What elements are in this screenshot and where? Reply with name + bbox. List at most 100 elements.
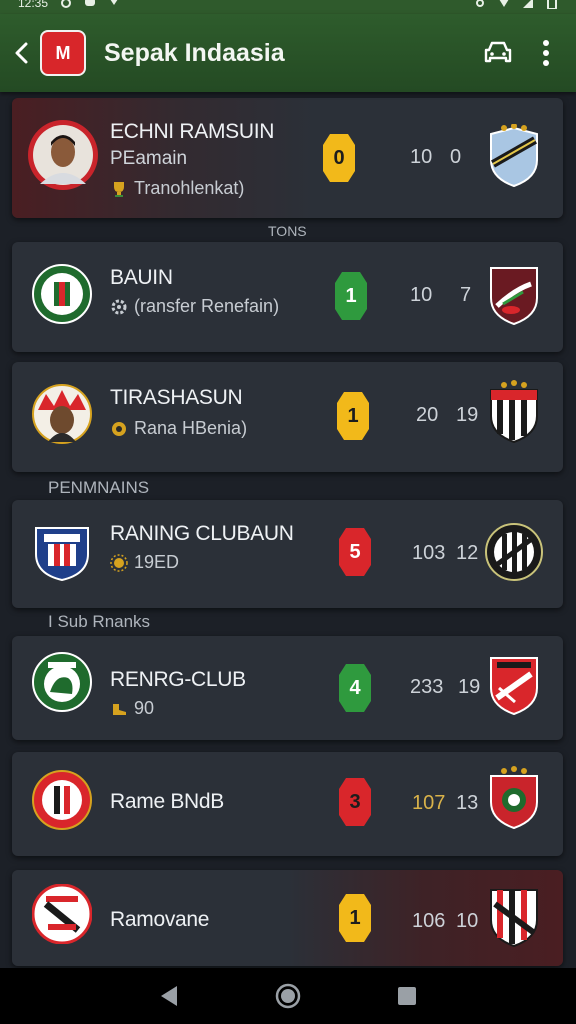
shield-icon (490, 657, 538, 716)
more-vert-icon (543, 40, 549, 66)
match-card[interactable]: Rame BNdB 3 107 13 (12, 752, 563, 856)
opponent-crest (484, 652, 544, 716)
shield-icon (490, 766, 538, 830)
shield-icon (490, 267, 538, 326)
rank-badge: 1 (334, 270, 368, 322)
nav-back-button[interactable] (149, 976, 189, 1016)
match-detail-text: Rana HBenia) (134, 418, 248, 438)
rank-badge: 1 (338, 892, 372, 944)
ball-icon (112, 421, 126, 436)
match-detail-text: (ransfer Renefain) (134, 296, 280, 316)
opponent-crest (484, 520, 544, 584)
stat-a: 10 (410, 146, 433, 168)
section-header: PENMNAINS (48, 478, 150, 497)
rank-value: 1 (347, 404, 359, 427)
club-crest-icon (32, 770, 92, 830)
match-title: Rame BNdB (110, 790, 225, 813)
rank-badge: 4 (338, 662, 372, 714)
club-crest-icon (32, 384, 92, 444)
match-card[interactable]: RANING CLUBAUN 19ED 5 103 12 (12, 500, 563, 608)
opponent-crest (484, 262, 544, 326)
club-crest (32, 652, 92, 712)
sun-icon (110, 553, 128, 572)
club-crest (32, 264, 92, 324)
stat-b: 13 (456, 792, 479, 814)
opponent-crest (484, 124, 544, 188)
wifi-icon (499, 0, 509, 7)
car-icon (484, 41, 512, 63)
stat-b: 19 (458, 676, 481, 698)
rank-badge: 1 (336, 390, 370, 442)
shield-icon (490, 124, 538, 188)
stat-a: 107 (412, 792, 446, 814)
stat-b: 12 (456, 542, 479, 564)
rank-value: 4 (349, 676, 361, 699)
back-button[interactable] (14, 33, 38, 73)
opponent-crest (484, 380, 544, 444)
shield-icon (490, 889, 538, 948)
stat-b: 0 (450, 146, 462, 168)
stat-a: 233 (410, 676, 444, 698)
club-crest (32, 384, 92, 444)
club-crest (32, 770, 92, 830)
home-circle-icon (275, 983, 301, 1009)
match-card[interactable]: RENRG-CLUB 90 4 233 19 (12, 636, 563, 740)
stat-b: 19 (456, 404, 479, 426)
player-avatar-icon (28, 120, 98, 190)
status-time: 12:35 (18, 0, 49, 10)
stat-b: 10 (456, 910, 479, 932)
nav-recents-button[interactable] (387, 976, 427, 1016)
stat-a: 20 (416, 404, 439, 426)
system-nav-bar (0, 968, 576, 1024)
match-card[interactable]: BAUIN (ransfer Renefain) 1 10 7 (12, 242, 563, 352)
sync-icon (61, 0, 72, 8)
match-detail: 19ED (110, 552, 179, 573)
match-subtitle: PEamain (110, 148, 188, 169)
rank-badge: 5 (338, 526, 372, 578)
rank-badge: 0 (322, 132, 356, 184)
match-list: ECHNI RAMSUIN PEamain Tranohlenkat) 0 10… (0, 92, 576, 968)
rank-value: 1 (349, 906, 361, 929)
stat-a: 106 (412, 910, 446, 932)
chevron-left-icon (15, 42, 28, 64)
trophy-icon (114, 181, 124, 197)
club-crest-icon (32, 884, 92, 944)
rank-badge: 3 (338, 776, 372, 828)
match-detail: Tranohlenkat) (110, 178, 244, 199)
club-crest (32, 522, 92, 582)
page-title: Sepak Indaasia (104, 38, 285, 67)
match-detail: Rana HBenia) (110, 418, 247, 439)
club-crest-icon (35, 527, 89, 582)
match-card[interactable]: TIRASHASUN Rana HBenia) 1 20 19 (12, 362, 563, 472)
opponent-crest (484, 766, 544, 830)
signal-icon (523, 0, 533, 8)
status-bar: 12:35 (0, 0, 576, 14)
more-menu-button[interactable] (522, 29, 570, 77)
stat-b: 7 (460, 284, 472, 306)
match-detail-text: 90 (134, 698, 155, 718)
battery-icon (547, 0, 557, 9)
app-bar: M Sepak Indaasia (0, 14, 576, 92)
match-card[interactable]: ECHNI RAMSUIN PEamain Tranohlenkat) 0 10… (12, 98, 563, 218)
cast-button[interactable] (474, 29, 522, 77)
message-icon (85, 0, 96, 6)
match-title: RENRG-CLUB (110, 668, 246, 691)
match-title: BAUIN (110, 266, 173, 289)
shield-icon (490, 380, 538, 444)
match-title: ECHNI RAMSUIN (110, 120, 275, 143)
match-title: RANING CLUBAUN (110, 522, 294, 545)
gear-icon (111, 299, 127, 314)
section-header: I Sub Rnanks (48, 612, 151, 631)
link-icon (476, 0, 484, 7)
match-card[interactable]: Ramovane 1 106 10 (12, 870, 563, 966)
triangle-back-icon (161, 986, 178, 1006)
club-crest-icon (32, 652, 92, 712)
rank-value: 0 (333, 146, 345, 169)
stat-a: 10 (410, 284, 433, 306)
rank-value: 3 (349, 790, 361, 813)
player-avatar (26, 118, 100, 192)
app-logo: M (40, 30, 86, 76)
nav-home-button[interactable] (268, 976, 308, 1016)
club-crest (32, 884, 92, 944)
stat-a: 103 (412, 542, 446, 564)
